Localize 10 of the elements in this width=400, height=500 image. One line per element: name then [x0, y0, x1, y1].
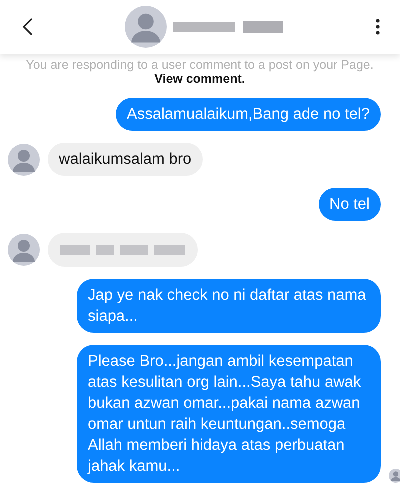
avatar [125, 6, 167, 48]
notice-text: You are responding to a user comment to a post on your Page. [26, 58, 374, 72]
avatar [8, 144, 40, 176]
view-comment-link[interactable]: View comment. [154, 72, 246, 86]
message-bubble: Jap ye nak check no ni daftar atas nama siapa... [77, 279, 381, 333]
avatar [8, 234, 40, 266]
message-bubble: Please Bro...jangan ambil kesempatan atas kesulitan org lain...Saya tahu awak bukan azwan omar...pakai nama azwan omar untun raih keuntungan..semoga Allah memberi hidaya atas perbuatan jahak kamu... [77, 345, 381, 483]
message-bubble: Assalamualaikum,Bang ade no tel? [116, 98, 381, 131]
message-bubble: No tel [318, 188, 381, 221]
message-bubble: walaikumsalam bro [48, 143, 203, 176]
